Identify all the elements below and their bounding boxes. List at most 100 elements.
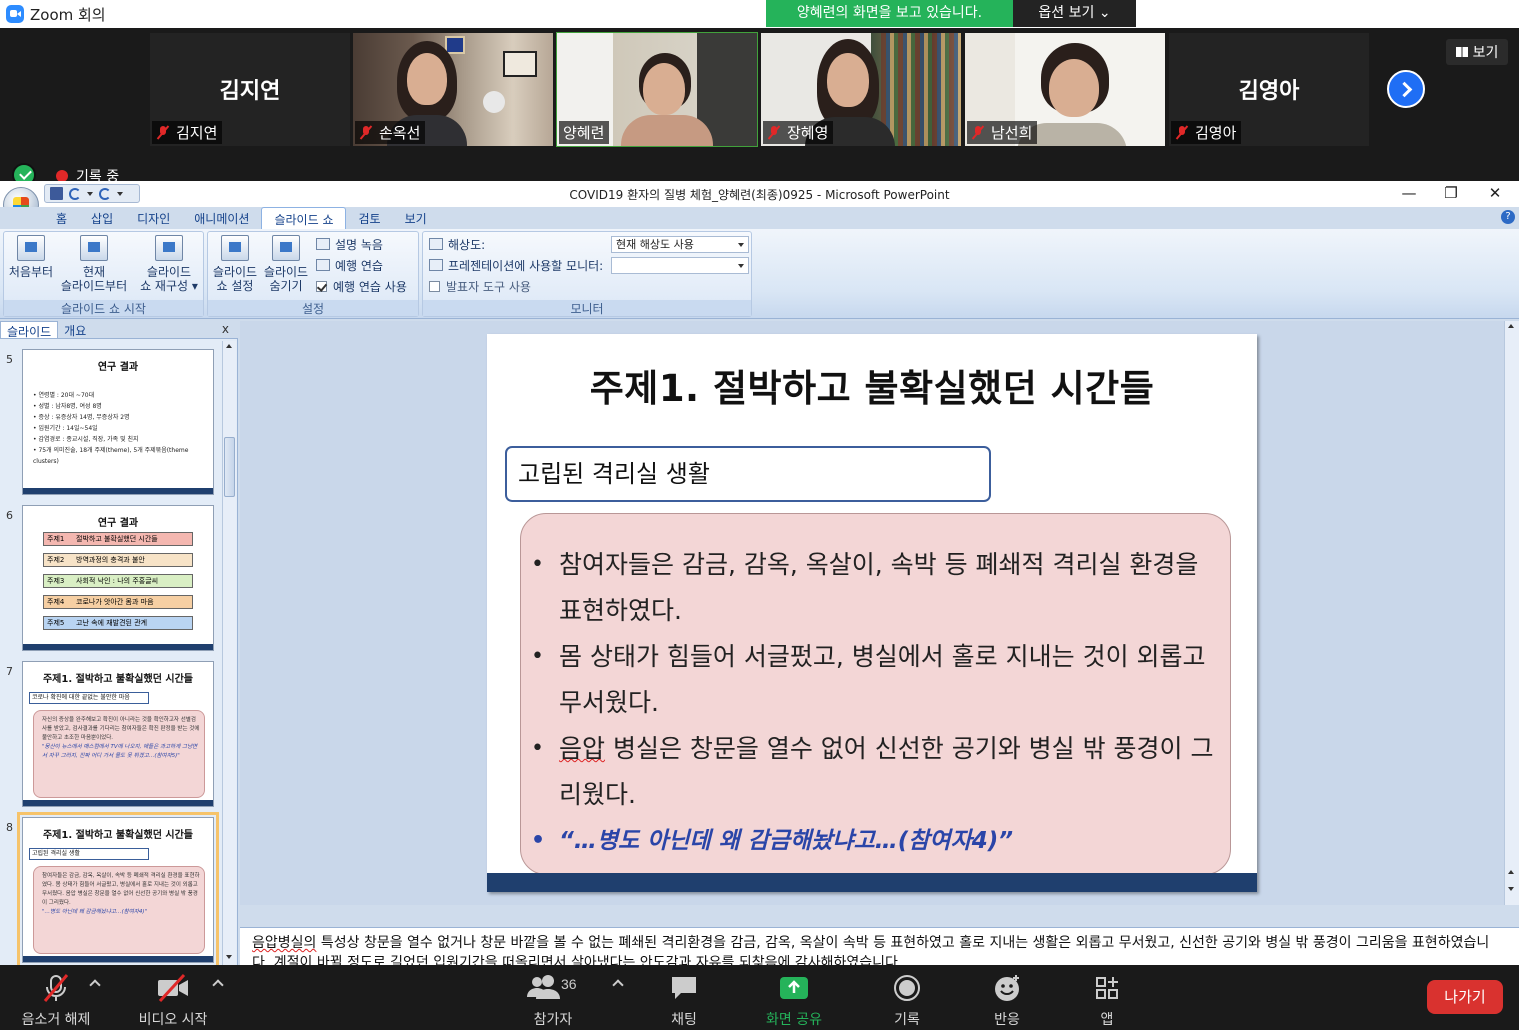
theme-key: 주제5 — [47, 619, 65, 627]
thumbnail-scrollbar[interactable] — [222, 341, 236, 965]
slide-content-box[interactable]: 참여자들은 감금, 감옥, 옥살이, 속박 등 폐쇄적 격리실 환경을 표현하였… — [520, 513, 1231, 875]
mic-muted-icon — [156, 125, 170, 140]
slide-bullet: 참여자들은 감금, 감옥, 옥살이, 속박 등 폐쇄적 격리실 환경을 표현하였… — [531, 542, 1221, 634]
save-icon[interactable] — [50, 187, 63, 200]
participants-button[interactable]: 36 참가자 — [520, 973, 586, 1029]
tab-insert[interactable]: 삽입 — [79, 207, 125, 229]
view-options-button[interactable]: 옵션 보기 ⌄ — [1013, 0, 1136, 27]
participants-caret-icon[interactable] — [612, 979, 624, 991]
quick-access-toolbar — [44, 184, 140, 203]
theme-key: 주제4 — [47, 598, 65, 606]
participant-tile[interactable]: 김지연 김지연 — [150, 33, 350, 146]
thumbnail-slide-8-selected[interactable]: 주제1. 절박하고 불확실했던 시간들 고립된 격리실 생활 참여자들은 감금,… — [17, 812, 219, 965]
theme-key: 주제3 — [47, 577, 65, 585]
tab-design[interactable]: 디자인 — [125, 207, 182, 229]
theme-text: 코로나가 앗아간 몸과 마음 — [76, 598, 154, 606]
slide-subtitle-box[interactable]: 고립된 격리실 생활 — [505, 446, 991, 502]
customize-qat-icon[interactable] — [117, 191, 123, 196]
group-label: 설정 — [208, 300, 418, 316]
from-beginning-button[interactable]: 처음부터 — [7, 235, 55, 279]
slide-thumbnail-panel: 슬라이드 개요 x 5 연구 결과 연령별 : 20대 ~70대 성별 : 남자… — [0, 321, 238, 965]
scroll-up-icon[interactable] — [1505, 321, 1518, 333]
theme-row: 주제3 사회적 낙인 : 나의 주홍글씨 — [43, 574, 193, 588]
chat-icon — [654, 973, 714, 1003]
scroll-down-icon[interactable] — [223, 951, 236, 963]
participant-tile[interactable]: 김영아 김영아 — [1169, 33, 1369, 146]
tab-slideshow[interactable]: 슬라이드 쇼 — [261, 207, 347, 229]
redo-icon[interactable] — [99, 187, 111, 200]
participant-big-name: 김영아 — [1238, 79, 1300, 104]
hide-slide-icon — [272, 235, 300, 261]
slide-editing-area: 주제1. 절박하고 불확실했던 시간들 고립된 격리실 생활 참여자들은 감금,… — [240, 321, 1504, 905]
monitor-select[interactable] — [611, 257, 749, 274]
start-video-button[interactable]: 비디오 시작 — [130, 973, 216, 1029]
presenter-view-checkbox[interactable]: 발표자 도구 사용 — [429, 277, 531, 295]
tab-review[interactable]: 검토 — [346, 207, 392, 229]
rehearse-timings-button[interactable]: 예행 연습 — [316, 256, 383, 274]
zoom-titlebar: Zoom 회의 양혜련의 화면을 보고 있습니다. 옵션 보기 ⌄ — [0, 0, 1519, 28]
participant-label: 장혜영 — [763, 121, 834, 144]
thumbnail-item: 입원기간 : 14일~54일 — [33, 423, 209, 434]
apps-button[interactable]: 앱 — [1084, 973, 1130, 1029]
thumbnail-body: 참여자들은 감금, 감옥, 옥살이, 속박 등 폐쇄적 격리실 환경을 표현하였… — [42, 873, 200, 906]
record-button[interactable]: 기록 — [876, 973, 938, 1029]
slide-title[interactable]: 주제1. 절박하고 불확실했던 시간들 — [487, 358, 1257, 412]
custom-show-button[interactable]: 슬라이드 쇼 재구성 ▾ — [134, 235, 204, 293]
undo-icon[interactable] — [69, 187, 81, 200]
chat-button[interactable]: 채팅 — [654, 973, 714, 1029]
tab-home[interactable]: 홈 — [44, 207, 79, 229]
slide-bullet: 몸 상태가 힘들어 서글펐고, 병실에서 홀로 지내는 것이 외롭고 무서웠다. — [531, 634, 1221, 726]
tab-animation[interactable]: 애니메이션 — [182, 207, 261, 229]
tab-outline[interactable]: 개요 — [58, 321, 92, 338]
previous-slide-icon[interactable] — [1505, 867, 1518, 879]
tab-slides[interactable]: 슬라이드 — [0, 321, 59, 339]
apps-label: 앱 — [1100, 1012, 1114, 1028]
from-beginning-label: 처음부터 — [8, 265, 54, 279]
spellcheck-word: 음압 — [559, 734, 606, 763]
thumbnail-slide-7[interactable]: 주제1. 절박하고 불확실했던 시간들 코로나 확진에 대한 끝없는 불안한 마… — [22, 661, 214, 807]
leave-button[interactable]: 나가기 — [1427, 980, 1503, 1014]
use-rehearsed-checkbox[interactable]: 예행 연습 사용 — [316, 277, 407, 295]
participant-tile[interactable]: 손옥선 — [353, 33, 553, 146]
participant-tile[interactable]: 남선희 — [965, 33, 1165, 146]
thumbnail-footer — [23, 488, 213, 494]
from-current-button[interactable]: 현재 슬라이드부터 — [58, 235, 130, 293]
restore-button[interactable]: ❐ — [1436, 184, 1466, 202]
scroll-up-icon[interactable] — [223, 341, 236, 353]
minimize-button[interactable]: — — [1394, 184, 1424, 202]
unmute-label: 음소거 해제 — [21, 1012, 91, 1028]
view-button[interactable]: 보기 — [1446, 39, 1508, 65]
dropdown-icon[interactable] — [87, 191, 93, 196]
close-panel-icon[interactable]: x — [222, 322, 229, 336]
theme-row: 주제5 고난 속에 재발견된 관계 — [43, 616, 193, 630]
sharing-status: 양혜련의 화면을 보고 있습니다. — [766, 0, 1013, 27]
setup-show-button[interactable]: 슬라이드 쇼 설정 — [211, 235, 259, 293]
unmute-button[interactable]: 음소거 해제 — [14, 973, 98, 1029]
resolution-select[interactable]: 현재 해상도 사용 — [611, 236, 749, 253]
record-narration-button[interactable]: 설명 녹음 — [316, 235, 383, 253]
participant-tile-active-speaker[interactable]: 양혜련 — [556, 32, 758, 147]
next-page-button[interactable] — [1387, 70, 1425, 108]
reactions-button[interactable]: 반응 — [976, 973, 1038, 1029]
thumbnail-slide-6[interactable]: 연구 결과 주제1 절박하고 불확실했던 시간들 주제2 방역과정의 충격과 불안 … — [22, 505, 214, 651]
help-icon[interactable]: ? — [1501, 210, 1515, 224]
meeting-toolbar: 음소거 해제 비디오 시작 36 참가자 채팅 화면 공유 기록 반응 앱 나가… — [0, 965, 1519, 1030]
tab-view[interactable]: 보기 — [393, 207, 439, 229]
share-screen-button[interactable]: 화면 공유 — [756, 973, 832, 1029]
thumbnail-title: 주제1. 절박하고 불확실했던 시간들 — [42, 674, 193, 685]
next-slide-icon[interactable] — [1505, 883, 1518, 895]
participant-big-name: 김지연 — [219, 79, 281, 104]
notes-pane[interactable]: 음압병실의 특성상 창문을 열수 없거나 창문 바깥을 볼 수 없는 폐쇄된 격… — [240, 927, 1519, 965]
slide-scrollbar[interactable] — [1504, 321, 1519, 905]
panel-tabs: 슬라이드 개요 — [0, 321, 238, 339]
scrollbar-thumb[interactable] — [224, 437, 235, 497]
zoom-logo-icon — [6, 5, 24, 23]
thumbnail-list-items: 연령별 : 20대 ~70대 성별 : 남자8명, 여성 8명 증상 : 유증상… — [33, 390, 209, 467]
view-button-label: 보기 — [1472, 45, 1499, 61]
participant-tile[interactable]: 장혜영 — [761, 33, 961, 146]
close-button[interactable]: ✕ — [1480, 184, 1510, 202]
mic-muted-icon — [359, 125, 373, 140]
thumbnail-slide-5[interactable]: 연구 결과 연령별 : 20대 ~70대 성별 : 남자8명, 여성 8명 증상… — [22, 349, 214, 495]
notes-spellcheck-word: 음압병실의 — [252, 935, 317, 951]
hide-slide-button[interactable]: 슬라이드 숨기기 — [262, 235, 310, 293]
